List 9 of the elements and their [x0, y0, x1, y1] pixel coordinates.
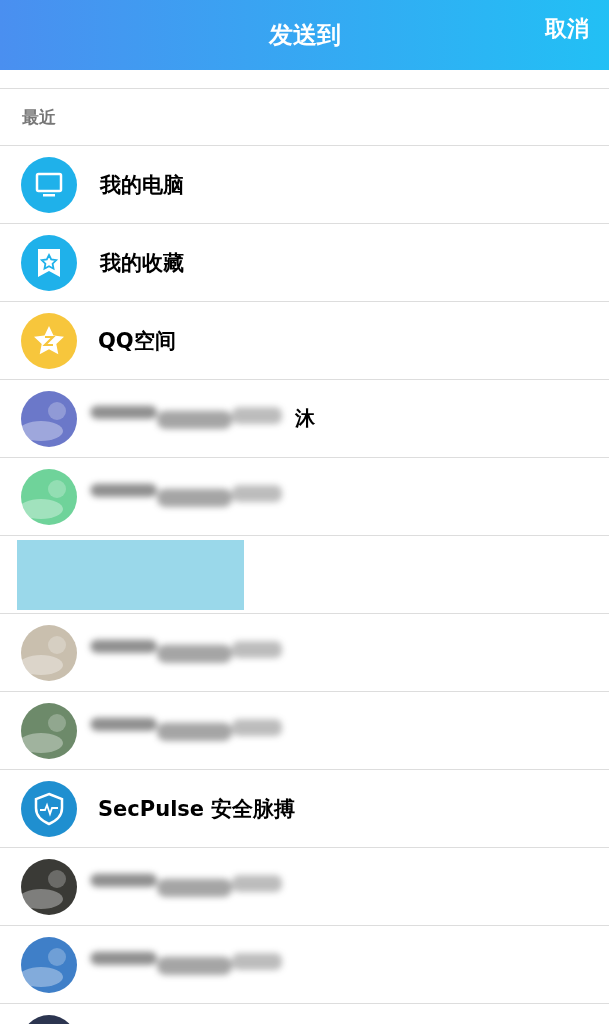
contact-name[interactable]: 我的收藏	[100, 248, 184, 277]
contact-name[interactable]: 我的电脑	[100, 170, 184, 199]
shield-icon	[21, 780, 77, 837]
contact-name[interactable]: QQ空间	[98, 326, 176, 355]
contact-name: 沐	[295, 405, 315, 432]
computer-icon	[21, 156, 77, 213]
section-title: 最近	[22, 105, 56, 129]
contact-name[interactable]: SecPulse 安全脉搏	[98, 794, 296, 823]
screen-title: 发送到	[268, 20, 341, 51]
